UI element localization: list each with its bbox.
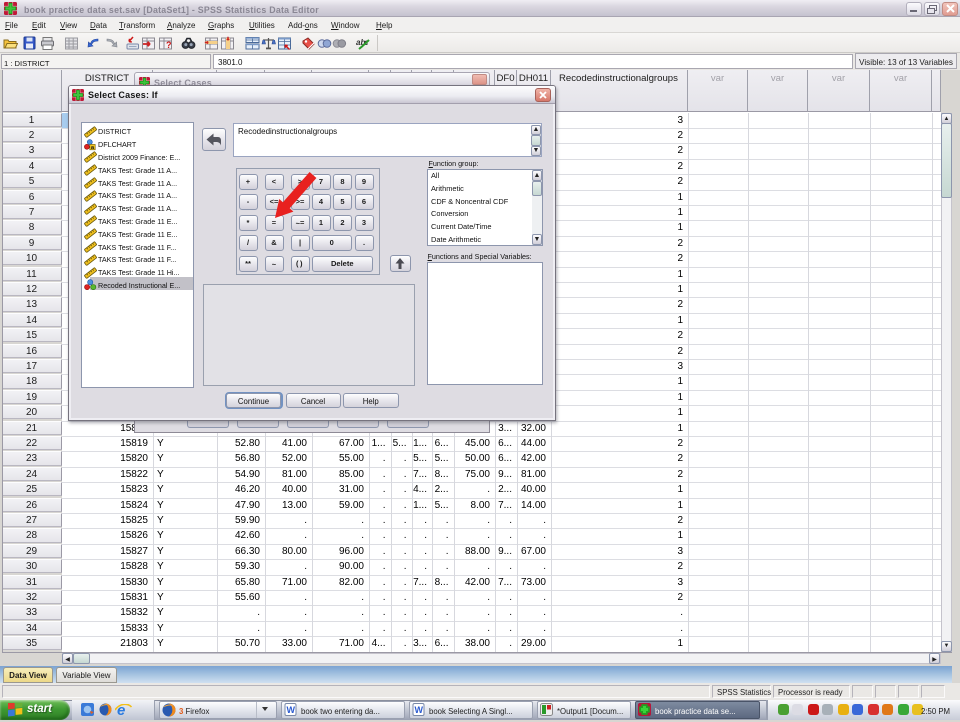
- svg-text:W: W: [415, 705, 424, 715]
- svg-text:?: ?: [166, 40, 172, 50]
- svg-text:W: W: [287, 705, 296, 715]
